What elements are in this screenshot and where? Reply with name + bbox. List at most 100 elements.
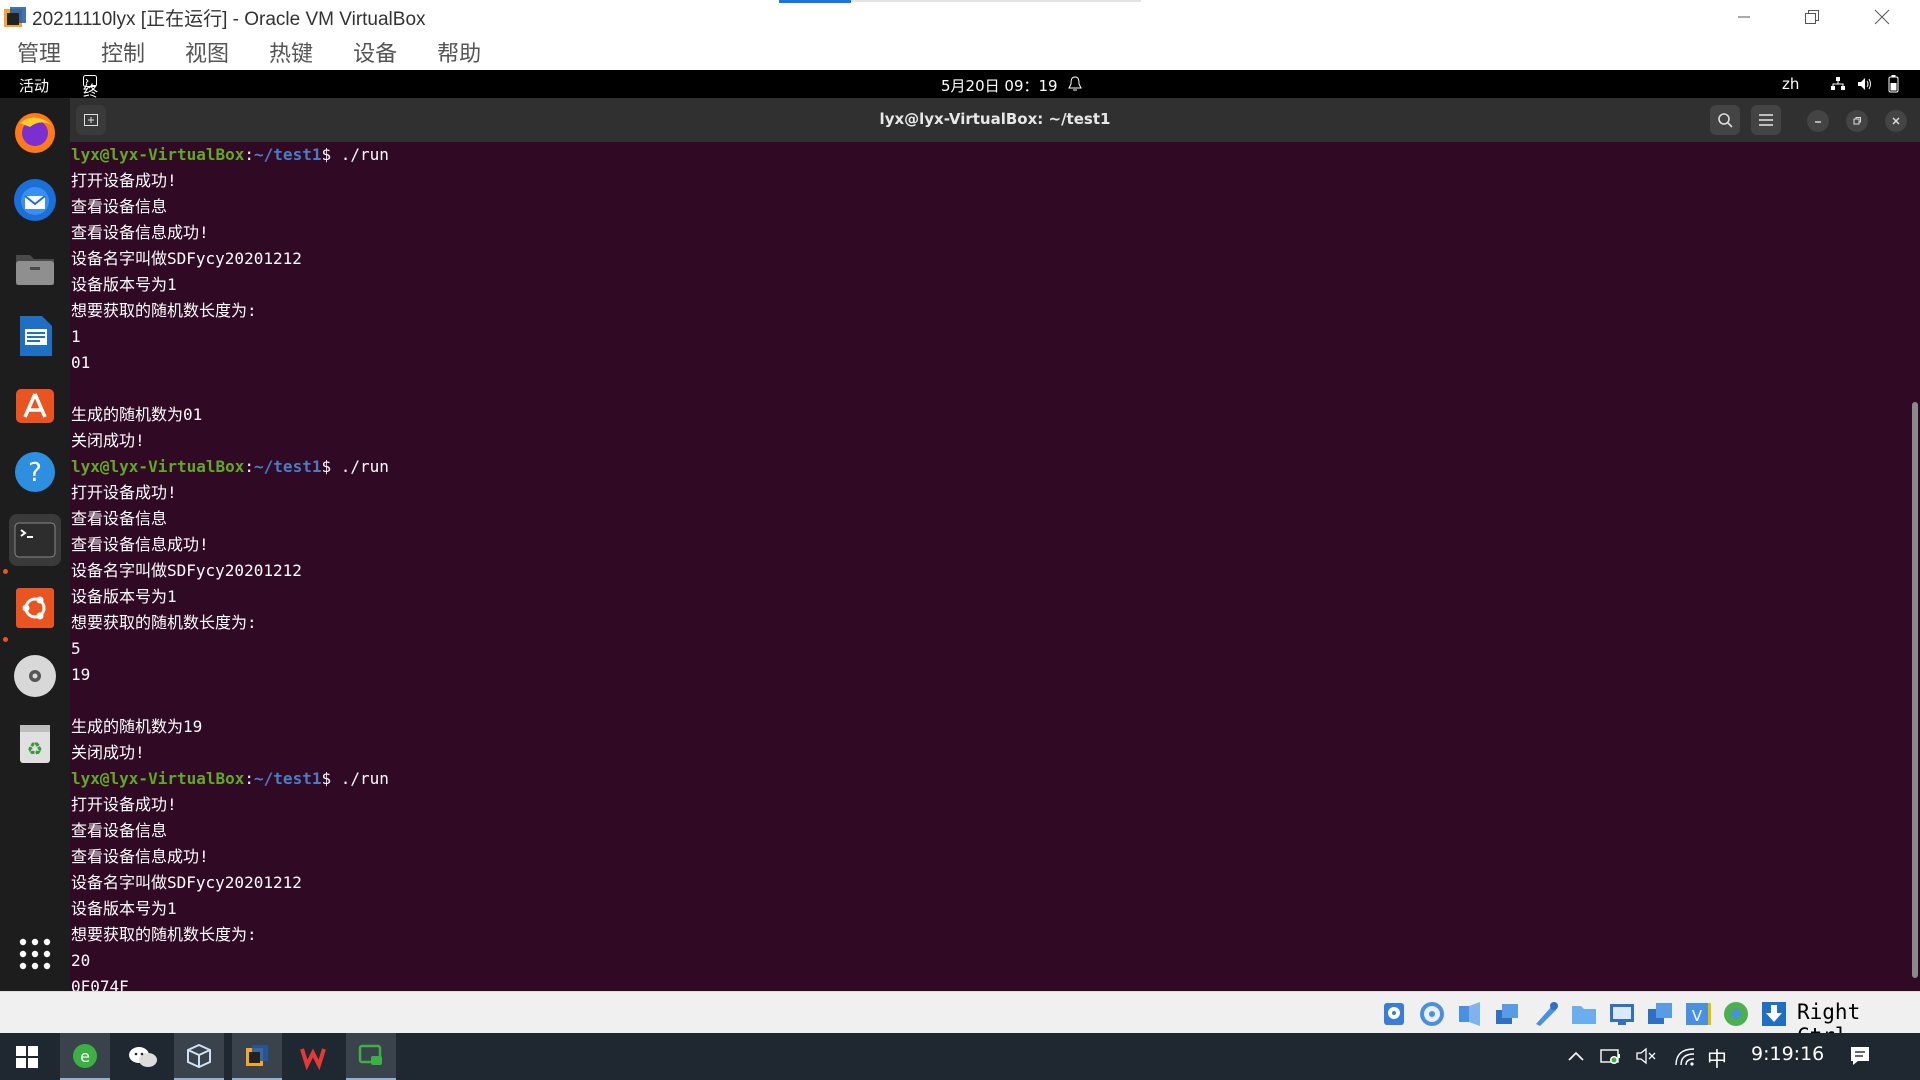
prompt-dollar: $ (321, 145, 332, 164)
prompt-line: lyx@lyx-VirtualBox:~/test1$ ./run (71, 766, 389, 792)
windows-taskbar: e 中 9:19:16 (0, 1033, 1920, 1080)
prompt-line: lyx@lyx-VirtualBox:~/test1$ ./run (71, 454, 389, 480)
prompt-user: lyx@lyx-VirtualBox (71, 457, 245, 476)
display-icon[interactable] (1608, 1000, 1636, 1028)
close-icon (1892, 117, 1900, 125)
prompt-dollar: $ (321, 457, 332, 476)
dock-disc[interactable] (9, 650, 61, 702)
output-line: 1 (71, 327, 81, 346)
mouse-integration-icon[interactable] (1722, 1000, 1750, 1028)
hard-disk-icon[interactable] (1380, 1000, 1408, 1028)
taskbar-virtualbox-manager[interactable] (174, 1033, 224, 1080)
keyboard-capture-icon[interactable] (1760, 1000, 1788, 1028)
output-line: 想要获取的随机数长度为: (71, 301, 257, 320)
dock-help[interactable]: ? (9, 446, 61, 498)
svg-text:?: ? (28, 458, 42, 488)
battery-icon[interactable] (1888, 75, 1899, 93)
menu-help[interactable]: 帮助 (437, 36, 481, 68)
disc-icon (14, 655, 56, 697)
cube-icon (187, 1043, 211, 1068)
prompt-dollar: $ (321, 769, 332, 788)
guest-screen: 活动 终端 5月20日 09：19 zh (0, 70, 1920, 991)
dock-writer[interactable] (9, 310, 61, 362)
clock[interactable]: 5月20日 09：19 (941, 75, 1058, 96)
taskbar-wps[interactable] (288, 1033, 338, 1080)
trash-icon: ♻ (20, 725, 50, 763)
notification-center-icon[interactable] (1849, 1045, 1871, 1067)
network-icon[interactable] (1830, 76, 1846, 92)
volume-muted-icon[interactable] (1636, 1046, 1658, 1066)
title-accent-bar-secondary (851, 0, 1141, 2)
minimize-icon (1738, 16, 1750, 18)
virtualization-icon[interactable]: V (1684, 1000, 1712, 1028)
output-line: 关闭成功! (71, 743, 145, 762)
ubuntu-dock: ? ♻ (0, 98, 70, 991)
taskbar-chat-app[interactable] (346, 1033, 396, 1080)
output-line: 查看设备信息 (71, 821, 168, 840)
terminal-scrollbar[interactable] (1912, 402, 1918, 978)
app-grid-icon (19, 938, 51, 970)
search-button[interactable] (1710, 105, 1740, 135)
virtualbox-app-icon (4, 7, 26, 27)
volume-icon[interactable] (1857, 76, 1873, 92)
language-indicator[interactable]: zh (1782, 75, 1799, 93)
activities-button[interactable]: 活动 (19, 75, 49, 96)
svg-text:♻: ♻ (27, 739, 43, 760)
output-line: 想要获取的随机数长度为: (71, 613, 257, 632)
output-line: 19 (71, 665, 91, 684)
minimize-button[interactable] (1710, 0, 1778, 34)
menu-devices[interactable]: 设备 (353, 36, 397, 68)
network-adapter-icon[interactable] (1494, 1000, 1522, 1028)
output-line: 设备名字叫做SDFycy20201212 (71, 561, 302, 580)
browser-icon: e (73, 1043, 97, 1068)
files-icon (16, 255, 54, 285)
menu-control[interactable]: 控制 (101, 36, 145, 68)
output-line: 关闭成功! (71, 431, 145, 450)
dock-app-grid[interactable] (9, 928, 61, 980)
recording-icon[interactable] (1646, 1000, 1674, 1028)
tray-chevron-up-icon[interactable] (1568, 1050, 1584, 1062)
dock-software[interactable] (9, 378, 61, 430)
wifi-icon[interactable] (1674, 1045, 1696, 1067)
restore-button[interactable] (1778, 0, 1846, 34)
audio-icon[interactable] (1456, 1000, 1484, 1028)
shared-folder-icon[interactable] (1570, 1000, 1598, 1028)
output-line: 生成的随机数为01 (71, 405, 203, 424)
start-button[interactable] (2, 1033, 52, 1080)
vbox-titlebar: 20211110lyx [正在运行] - Oracle VM VirtualBo… (0, 0, 1920, 34)
dock-ubuntu[interactable] (9, 582, 61, 634)
terminal-body[interactable]: lyx@lyx-VirtualBox:~/test1$ ./run 打开设备成功!… (70, 142, 1920, 991)
close-window-button[interactable] (1848, 0, 1916, 34)
output-line: 01 (71, 353, 91, 372)
dock-files[interactable] (9, 242, 61, 294)
menu-view[interactable]: 视图 (185, 36, 229, 68)
app-menu-terminal[interactable]: 终端 (83, 75, 98, 121)
dock-terminal[interactable] (9, 514, 61, 566)
dock-trash[interactable]: ♻ (9, 718, 61, 770)
terminal-output: lyx@lyx-VirtualBox:~/test1$ ./run 打开设备成功!… (71, 142, 389, 991)
taskbar-virtualbox-vm[interactable] (232, 1033, 282, 1080)
hamburger-menu-button[interactable] (1751, 105, 1781, 135)
taskbar-browser[interactable]: e (60, 1033, 110, 1080)
prompt-path: ~/test1 (254, 457, 322, 476)
terminal-minimize-button[interactable] (1807, 110, 1829, 132)
usb-icon[interactable] (1532, 1000, 1560, 1028)
dock-thunderbird[interactable] (9, 174, 61, 226)
optical-drive-icon[interactable] (1418, 1000, 1446, 1028)
taskbar-wechat[interactable] (118, 1033, 168, 1080)
dock-firefox[interactable] (9, 106, 61, 158)
terminal-close-button[interactable] (1885, 110, 1907, 132)
hamburger-icon (1759, 114, 1773, 126)
taskbar-clock[interactable]: 9:19:16 (1751, 1043, 1824, 1065)
output-line: 打开设备成功! (71, 795, 177, 814)
ime-indicator[interactable]: 中 (1707, 1043, 1727, 1072)
menu-manage[interactable]: 管理 (17, 36, 61, 68)
output-line: 设备版本号为1 (71, 275, 177, 294)
menu-hotkeys[interactable]: 热键 (269, 36, 313, 68)
terminal-maximize-button[interactable] (1846, 110, 1868, 132)
close-icon (1874, 9, 1890, 25)
output-line: 查看设备信息成功! (71, 223, 209, 242)
battery-tray-icon[interactable] (1600, 1046, 1622, 1066)
